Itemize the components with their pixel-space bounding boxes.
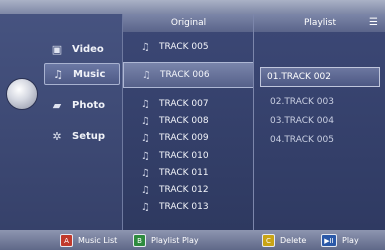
music-note-icon: ♫ bbox=[141, 201, 150, 213]
menu-item-label: Music bbox=[73, 68, 106, 80]
photo-icon: ▰ bbox=[52, 98, 62, 112]
playlist-play-button[interactable]: B Playlist Play bbox=[133, 234, 199, 247]
media-player-screen: ▣ Video ♫ Music ▰ Photo ✲ Setup Original… bbox=[0, 0, 385, 250]
yellow-key-icon: C bbox=[262, 234, 275, 247]
menu-item-label: Setup bbox=[72, 130, 106, 142]
track-item[interactable]: ♫ TRACK 009 bbox=[123, 130, 254, 146]
playlist-item-label: 01.TRACK 002 bbox=[267, 72, 331, 82]
red-key-icon: A bbox=[60, 234, 73, 247]
track-item-selected[interactable]: ♫ TRACK 006 bbox=[123, 62, 254, 88]
film-icon: ▣ bbox=[51, 42, 63, 56]
playlist-item[interactable]: 03.TRACK 004 bbox=[264, 114, 376, 128]
music-note-icon: ♫ bbox=[141, 167, 150, 179]
track-label: TRACK 006 bbox=[160, 70, 210, 80]
playlist-icon: ☰ bbox=[369, 17, 378, 28]
disc-logo-icon bbox=[6, 78, 38, 110]
delete-button[interactable]: C Delete bbox=[262, 234, 306, 247]
music-note-icon: ♫ bbox=[141, 115, 150, 127]
track-label: TRACK 011 bbox=[159, 168, 209, 178]
track-label: TRACK 009 bbox=[159, 133, 209, 143]
menu-item-photo[interactable]: ▰ Photo bbox=[44, 94, 120, 116]
track-label: TRACK 013 bbox=[159, 202, 209, 212]
music-note-icon: ♫ bbox=[142, 69, 151, 81]
track-item[interactable]: ♫ TRACK 010 bbox=[123, 148, 254, 164]
track-item[interactable]: ♫ TRACK 007 bbox=[123, 96, 254, 112]
track-item[interactable]: ♫ TRACK 008 bbox=[123, 113, 254, 129]
playlist-item-label: 02.TRACK 003 bbox=[270, 97, 334, 107]
top-bar bbox=[0, 0, 385, 14]
button-label: Delete bbox=[280, 236, 307, 245]
playlist-item[interactable]: 02.TRACK 003 bbox=[264, 95, 376, 109]
playlist-title: Playlist bbox=[304, 18, 336, 28]
play-button[interactable]: ▶II Play bbox=[321, 234, 359, 247]
music-note-icon: ♫ bbox=[53, 67, 63, 81]
music-note-icon: ♫ bbox=[141, 184, 150, 196]
original-header: Original bbox=[123, 14, 254, 32]
music-list-button[interactable]: A Music List bbox=[60, 234, 117, 247]
track-label: TRACK 010 bbox=[159, 151, 209, 161]
button-label: Playlist Play bbox=[151, 236, 199, 245]
playlist-item[interactable]: 04.TRACK 005 bbox=[264, 133, 376, 147]
track-item[interactable]: ♫ TRACK 005 bbox=[123, 39, 254, 55]
playlist-item-label: 03.TRACK 004 bbox=[270, 116, 334, 126]
gear-icon: ✲ bbox=[52, 129, 62, 143]
playlist-item-label: 04.TRACK 005 bbox=[270, 135, 334, 145]
button-label: Music List bbox=[78, 236, 118, 245]
track-label: TRACK 012 bbox=[159, 185, 209, 195]
playlist-item-selected[interactable]: 01.TRACK 002 bbox=[260, 67, 380, 87]
music-note-icon: ♫ bbox=[141, 41, 150, 53]
track-label: TRACK 008 bbox=[159, 116, 209, 126]
green-key-icon: B bbox=[133, 234, 146, 247]
menu-panel: ▣ Video ♫ Music ▰ Photo ✲ Setup bbox=[0, 14, 122, 230]
play-pause-icon: ▶II bbox=[321, 234, 337, 247]
music-note-icon: ♫ bbox=[141, 98, 150, 110]
menu-item-setup[interactable]: ✲ Setup bbox=[44, 125, 120, 147]
playlist-header: Playlist ☰ bbox=[254, 14, 385, 32]
menu-item-label: Video bbox=[72, 43, 104, 55]
track-label: TRACK 007 bbox=[159, 99, 209, 109]
music-note-icon: ♫ bbox=[141, 150, 150, 162]
bottom-button-bar: A Music List B Playlist Play C Delete ▶I… bbox=[0, 230, 385, 250]
track-item[interactable]: ♫ TRACK 011 bbox=[123, 165, 254, 181]
button-label: Play bbox=[342, 236, 359, 245]
track-item[interactable]: ♫ TRACK 013 bbox=[123, 199, 254, 215]
menu-item-label: Photo bbox=[72, 99, 105, 111]
original-list-panel: Original ♫ TRACK 005 ♫ TRACK 006 ♫ TRACK… bbox=[122, 14, 254, 230]
track-item[interactable]: ♫ TRACK 012 bbox=[123, 182, 254, 198]
music-note-icon: ♫ bbox=[141, 132, 150, 144]
menu-item-music[interactable]: ♫ Music bbox=[44, 63, 120, 85]
menu-item-video[interactable]: ▣ Video bbox=[44, 38, 120, 60]
playlist-panel: Playlist ☰ 01.TRACK 002 02.TRACK 003 03.… bbox=[253, 14, 385, 230]
track-label: TRACK 005 bbox=[159, 42, 209, 52]
